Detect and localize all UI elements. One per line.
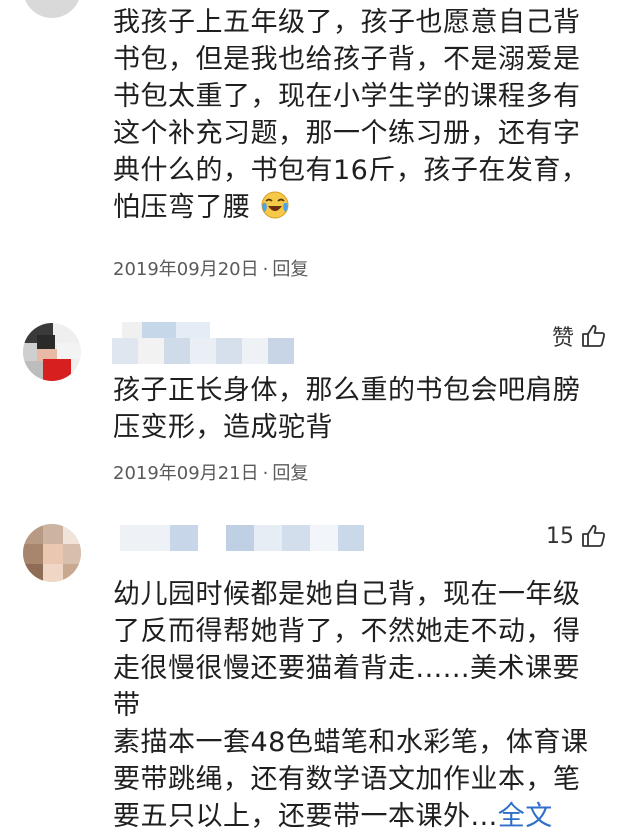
comment-text: 幼儿园时候都是她自己背，现在一年级 了反而得帮她背了，不然她走不动，得 走很慢很…: [113, 576, 603, 835]
username-blurred[interactable]: [120, 525, 364, 551]
comment-line: 素描本一套48色蜡笔和水彩笔，体育课: [113, 727, 589, 758]
avatar[interactable]: [23, 524, 81, 582]
comment-line: 书包，但是我也给孩子背，不是溺爱是: [113, 44, 581, 75]
comment-meta: 2019年09月20日 · 回复: [113, 255, 308, 281]
comment-text: 我孩子上五年级了，孩子也愿意自己背 书包，但是我也给孩子背，不是溺爱是 书包太重…: [113, 4, 603, 226]
reply-link[interactable]: 回复: [272, 463, 308, 484]
comment-line: 典什么的，书包有16斤，孩子在发育，: [113, 155, 589, 186]
comment-line-with-emoji: 怕压弯了腰: [113, 189, 603, 226]
comment-line: 孩子正长身体，那么重的书包会吧肩膀: [113, 375, 581, 406]
comment-line: 压变形，造成驼背: [113, 412, 333, 443]
like-button[interactable]: 赞: [552, 320, 606, 352]
comment-date: 2019年09月20日: [113, 259, 259, 280]
comment-line: 怕压弯了腰: [113, 192, 251, 223]
avatar[interactable]: [23, 0, 81, 18]
like-count: 15: [546, 523, 574, 549]
comment-line: 了反而得帮她背了，不然她走不动，得: [113, 616, 581, 647]
comment-line: 我孩子上五年级了，孩子也愿意自己背: [113, 7, 581, 38]
avatar[interactable]: [23, 323, 81, 381]
reply-link[interactable]: 回复: [272, 259, 308, 280]
thumbs-up-icon: [582, 324, 605, 347]
comment-meta: 2019年09月21日 · 回复: [113, 459, 308, 485]
comment-line: 幼儿园时候都是她自己背，现在一年级: [113, 579, 581, 610]
thumbs-up-icon: [582, 524, 605, 547]
crying-laughing-emoji: [260, 190, 290, 220]
like-button[interactable]: 15: [546, 523, 606, 549]
comment-line: 要五只以上，还要带一本课外...: [113, 801, 498, 832]
full-text-link[interactable]: 全文: [498, 801, 553, 832]
comment-text: 孩子正长身体，那么重的书包会吧肩膀 压变形，造成驼背: [113, 372, 603, 446]
comment-line: 要带跳绳，还有数学语文加作业本，笔: [113, 764, 581, 795]
comment-line: 走很慢很慢还要猫着背走......美术课要带: [113, 653, 580, 721]
meta-separator: ·: [262, 463, 269, 484]
like-label: 赞: [551, 326, 574, 351]
meta-separator: ·: [262, 259, 269, 280]
username-blurred: [112, 338, 294, 364]
comment-date: 2019年09月21日: [113, 463, 259, 484]
comment-line-with-link: 要五只以上，还要带一本课外...全文: [113, 798, 603, 835]
comment-line: 书包太重了，现在小学生学的课程多有: [113, 81, 581, 112]
comment-line: 这个补充习题，那一个练习册，还有字: [113, 118, 581, 149]
